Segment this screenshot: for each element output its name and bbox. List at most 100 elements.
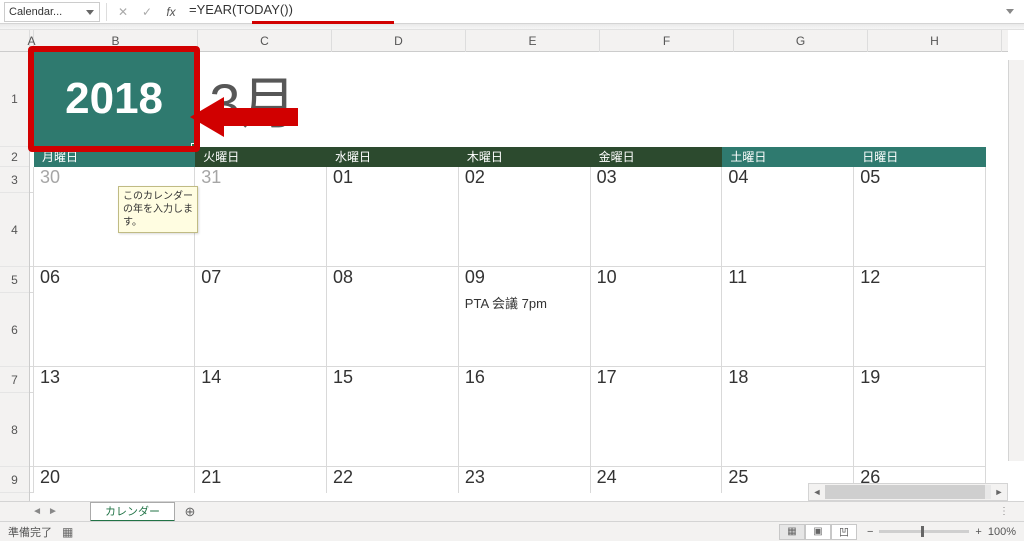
row-header-3[interactable]: 3 bbox=[0, 167, 29, 193]
note-cell[interactable] bbox=[34, 293, 195, 367]
date-cell[interactable]: 21 bbox=[195, 467, 327, 493]
name-box[interactable]: Calendar... bbox=[4, 2, 100, 22]
insert-function-button[interactable]: fx bbox=[161, 2, 181, 22]
note-cell[interactable] bbox=[327, 193, 459, 267]
weekday-fri[interactable]: 金曜日 bbox=[591, 147, 723, 167]
date-cell[interactable]: 11 bbox=[722, 267, 854, 293]
row-header-9[interactable]: 9 bbox=[0, 467, 29, 493]
date-cell[interactable]: 13 bbox=[34, 367, 195, 393]
accept-formula-button[interactable]: ✓ bbox=[137, 2, 157, 22]
date-cell[interactable]: 20 bbox=[34, 467, 195, 493]
date-cell[interactable]: 22 bbox=[327, 467, 459, 493]
weekday-sun[interactable]: 日曜日 bbox=[854, 147, 986, 167]
zoom-in-button[interactable]: + bbox=[975, 526, 981, 538]
select-all-corner[interactable] bbox=[0, 30, 30, 52]
row-header-2[interactable]: 2 bbox=[0, 147, 29, 167]
page-layout-view-button[interactable]: ▣ bbox=[805, 524, 831, 540]
date-cell[interactable]: 18 bbox=[722, 367, 854, 393]
normal-view-button[interactable]: ▦ bbox=[779, 524, 805, 540]
col-header-f[interactable]: F bbox=[600, 30, 734, 52]
zoom-out-button[interactable]: − bbox=[867, 526, 873, 538]
horizontal-scrollbar[interactable]: ◄ ► bbox=[808, 483, 1008, 501]
row-header-8[interactable]: 8 bbox=[0, 393, 29, 467]
date-cell[interactable]: 31 bbox=[195, 167, 327, 193]
date-cell[interactable]: 09 bbox=[459, 267, 591, 293]
vertical-scrollbar[interactable] bbox=[1008, 60, 1024, 461]
note-cell[interactable] bbox=[591, 393, 723, 467]
date-cell[interactable]: 04 bbox=[722, 167, 854, 193]
note-cell[interactable] bbox=[459, 193, 591, 267]
scroll-right-button[interactable]: ► bbox=[991, 484, 1007, 500]
note-cell[interactable] bbox=[854, 193, 986, 267]
expand-formula-bar-button[interactable] bbox=[1000, 9, 1020, 14]
zoom-percent[interactable]: 100% bbox=[988, 526, 1016, 538]
date-cell[interactable]: 06 bbox=[34, 267, 195, 293]
row-header-7[interactable]: 7 bbox=[0, 367, 29, 393]
date-cell[interactable]: 08 bbox=[327, 267, 459, 293]
note-cell[interactable] bbox=[591, 293, 723, 367]
scroll-track[interactable] bbox=[825, 485, 991, 499]
date-cell[interactable]: 19 bbox=[854, 367, 986, 393]
row-header-6[interactable]: 6 bbox=[0, 293, 29, 367]
date-cell[interactable]: 02 bbox=[459, 167, 591, 193]
date-cell[interactable]: 14 bbox=[195, 367, 327, 393]
weekday-wed[interactable]: 水曜日 bbox=[327, 147, 459, 167]
date-cell[interactable]: 24 bbox=[591, 467, 723, 493]
row-header-4[interactable]: 4 bbox=[0, 193, 29, 267]
week3-body bbox=[30, 393, 986, 467]
row-header-1[interactable]: 1 bbox=[0, 52, 29, 147]
note-cell[interactable] bbox=[722, 193, 854, 267]
col-header-e[interactable]: E bbox=[466, 30, 600, 52]
year-cell[interactable]: 2018 bbox=[34, 52, 195, 147]
note-cell[interactable] bbox=[722, 393, 854, 467]
date-cell[interactable]: 01 bbox=[327, 167, 459, 193]
note-cell[interactable] bbox=[195, 393, 327, 467]
note-cell[interactable]: PTA 会議 7pm bbox=[459, 293, 591, 367]
note-cell[interactable] bbox=[854, 393, 986, 467]
col-header-b[interactable]: B bbox=[34, 30, 198, 52]
note-cell[interactable] bbox=[327, 393, 459, 467]
tab-split-handle[interactable]: ⋮ bbox=[984, 506, 1024, 517]
note-cell[interactable] bbox=[854, 293, 986, 367]
col-header-h[interactable]: H bbox=[868, 30, 1002, 52]
col-header-c[interactable]: C bbox=[198, 30, 332, 52]
date-cell[interactable]: 12 bbox=[854, 267, 986, 293]
scroll-left-button[interactable]: ◄ bbox=[809, 484, 825, 500]
note-cell[interactable] bbox=[195, 193, 327, 267]
tab-nav-buttons[interactable]: ◄► bbox=[0, 506, 90, 517]
date-cell[interactable]: 16 bbox=[459, 367, 591, 393]
row-header-5[interactable]: 5 bbox=[0, 267, 29, 293]
col-header-d[interactable]: D bbox=[332, 30, 466, 52]
zoom-thumb[interactable] bbox=[921, 526, 924, 537]
date-cell[interactable]: 17 bbox=[591, 367, 723, 393]
cell-tooltip: このカレンダーの年を入力します。 bbox=[118, 186, 198, 233]
date-cell[interactable]: 03 bbox=[591, 167, 723, 193]
weekday-sat[interactable]: 土曜日 bbox=[722, 147, 854, 167]
add-sheet-button[interactable] bbox=[179, 503, 201, 521]
weekday-tue[interactable]: 火曜日 bbox=[195, 147, 327, 167]
note-cell[interactable] bbox=[459, 393, 591, 467]
cells-area[interactable]: 2018 3月 月曜日 火曜日 水曜日 木曜日 金曜日 土曜日 日曜日 bbox=[30, 52, 1008, 501]
page-break-view-button[interactable]: 凹 bbox=[831, 524, 857, 540]
note-cell[interactable] bbox=[327, 293, 459, 367]
col-header-g[interactable]: G bbox=[734, 30, 868, 52]
scroll-thumb[interactable] bbox=[825, 485, 985, 499]
note-cell[interactable] bbox=[195, 293, 327, 367]
note-cell[interactable] bbox=[34, 393, 195, 467]
note-cell[interactable] bbox=[722, 293, 854, 367]
macro-record-icon[interactable]: ▦ bbox=[62, 525, 73, 539]
month-cell[interactable]: 3月 bbox=[195, 52, 986, 147]
annotation-underline bbox=[252, 21, 394, 24]
date-cell[interactable]: 23 bbox=[459, 467, 591, 493]
zoom-slider[interactable] bbox=[879, 530, 969, 533]
sheet-tab-active[interactable]: カレンダー bbox=[90, 502, 175, 522]
formula-input[interactable]: =YEAR(TODAY()) bbox=[185, 2, 996, 22]
date-cell[interactable]: 05 bbox=[854, 167, 986, 193]
date-cell[interactable]: 15 bbox=[327, 367, 459, 393]
weekday-mon[interactable]: 月曜日 bbox=[34, 147, 195, 167]
cancel-formula-button[interactable]: ✕ bbox=[113, 2, 133, 22]
weekday-thu[interactable]: 木曜日 bbox=[459, 147, 591, 167]
date-cell[interactable]: 07 bbox=[195, 267, 327, 293]
date-cell[interactable]: 10 bbox=[591, 267, 723, 293]
note-cell[interactable] bbox=[591, 193, 723, 267]
